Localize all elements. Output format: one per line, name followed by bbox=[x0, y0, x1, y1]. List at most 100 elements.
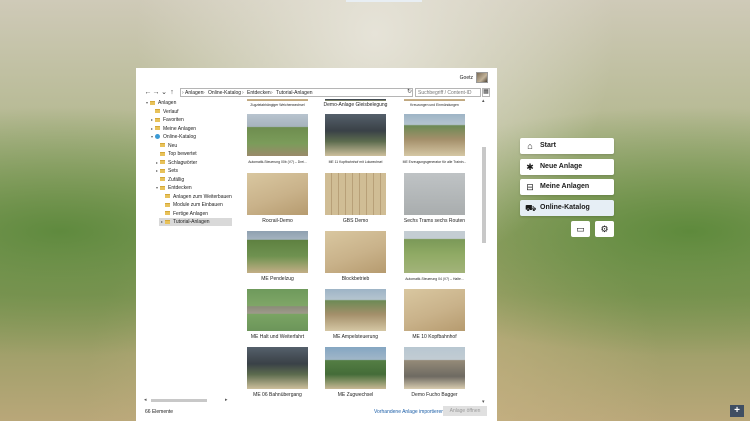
menu-online-katalog-button[interactable]: ⛟ Online-Katalog bbox=[520, 200, 614, 216]
home-icon: ⌂ bbox=[527, 141, 533, 151]
tree-horizontal-scrollbar[interactable]: ◂ ▸ bbox=[144, 397, 230, 403]
search-input[interactable] bbox=[415, 88, 481, 97]
folder-tree: ▾ Anlagen Verlauf ▸ Favoriten ▸ Meine Anlagen ▾… bbox=[144, 99, 232, 406]
tree-item[interactable]: ▸ Favoriten bbox=[149, 116, 232, 124]
tree-item-label: Verlauf bbox=[163, 108, 179, 115]
tree-item[interactable]: ▸ Schlagwörter bbox=[154, 159, 232, 167]
grid-view-icon[interactable]: ▦ bbox=[482, 88, 490, 97]
tree-item-label: Anlagen bbox=[158, 100, 177, 106]
refresh-icon[interactable]: ↻ bbox=[406, 88, 413, 97]
layout-caption: Rocrail-Demo bbox=[262, 218, 293, 224]
folder-icon bbox=[155, 126, 160, 130]
tree-item[interactable]: ▸ Tutorial-Anlagen bbox=[159, 218, 232, 226]
catalog-icon: ⛟ bbox=[525, 203, 537, 213]
layout-thumbnail bbox=[404, 289, 465, 331]
history-dropdown-icon[interactable]: ⌄ bbox=[160, 88, 168, 97]
tree-item[interactable]: ▾ Entdecken bbox=[154, 184, 232, 192]
user-name: Goetz bbox=[459, 75, 473, 81]
import-layout-link[interactable]: Vorhandene Anlage importieren bbox=[374, 409, 444, 415]
settings-icon[interactable]: ⚙ bbox=[595, 221, 614, 237]
tree-item[interactable]: Fertige Anlagen bbox=[159, 210, 232, 218]
tree-item-label: Anlagen zum Weiterbauen bbox=[173, 193, 232, 200]
layout-thumbnail bbox=[325, 173, 386, 215]
layout-caption: Demo Fucho Bagger bbox=[411, 392, 458, 398]
layout-caption: Zugzielabhängiger Weichenwechsel bbox=[250, 103, 305, 107]
back-icon[interactable]: ← bbox=[144, 88, 152, 97]
folder-icon bbox=[160, 160, 165, 164]
menu-label: Start bbox=[540, 142, 556, 149]
folder-icon bbox=[160, 168, 165, 173]
breadcrumb-tutorial-anlagen[interactable]: Tutorial-Anlagen bbox=[276, 90, 313, 96]
grid-vertical-scrollbar[interactable]: ▴ ▾ bbox=[481, 98, 487, 406]
tree-item-label: Top bewertet bbox=[168, 151, 197, 157]
menu-start-button[interactable]: ⌂ Start bbox=[520, 138, 614, 154]
tree-item[interactable]: ▾ Online-Katalog bbox=[149, 133, 232, 141]
folder-icon bbox=[165, 211, 170, 215]
layout-caption: Automatik-Steuerung 04 (V7) – Halte... bbox=[405, 277, 464, 281]
folder-icon bbox=[155, 117, 160, 122]
menu-label: Meine Anlagen bbox=[540, 183, 590, 190]
layout-caption: ME Pendelzug bbox=[261, 276, 294, 282]
menu-label: Online-Katalog bbox=[540, 204, 590, 211]
layout-thumbnail bbox=[325, 99, 386, 101]
add-icon[interactable]: + bbox=[730, 405, 744, 417]
breadcrumb-entdecken[interactable]: Entdecken bbox=[247, 90, 271, 96]
folder-icon bbox=[155, 109, 160, 113]
layout-caption: ME Ampelsteuerung bbox=[332, 334, 379, 340]
folder-icon bbox=[165, 202, 170, 207]
tree-item-label: Schlagwörter bbox=[168, 159, 198, 166]
layout-thumbnail bbox=[325, 231, 386, 273]
menu-meine-anlagen-button[interactable]: ⊟ Meine Anlagen bbox=[520, 179, 614, 195]
tree-item-label: Module zum Einbauen bbox=[173, 202, 223, 208]
tree-item-label: Meine Anlagen bbox=[163, 125, 197, 132]
tree-item-label: Favoriten bbox=[163, 117, 184, 123]
window-top-edge bbox=[346, 0, 422, 2]
layout-thumbnail bbox=[247, 114, 308, 156]
tree-item-label: Zufällig bbox=[168, 176, 185, 183]
breadcrumb-online-katalog[interactable]: Online-Katalog bbox=[208, 90, 241, 96]
tree-item[interactable]: Module zum Einbauen bbox=[159, 201, 232, 209]
tree-item-label: Tutorial-Anlagen bbox=[173, 219, 210, 225]
tree-item[interactable]: ▸ Meine Anlagen bbox=[149, 125, 232, 133]
layout-caption: ME Erzeugungsgenerator für alle Trainin.… bbox=[402, 160, 467, 164]
up-icon[interactable]: ↑ bbox=[168, 88, 176, 97]
layout-grid: Zugzielabhängiger Weichenwechsel Demo-An… bbox=[232, 99, 484, 406]
folder-icon bbox=[150, 100, 155, 105]
new-layout-icon: ✱ bbox=[526, 162, 534, 172]
chat-icon[interactable]: ▭ bbox=[571, 221, 590, 237]
tree-item-label: Online-Katalog bbox=[163, 134, 197, 140]
tree-item[interactable]: Verlauf bbox=[149, 108, 232, 116]
layout-caption: ME Zugwechsel bbox=[337, 392, 374, 398]
layout-thumbnail bbox=[325, 289, 386, 331]
menu-label: Neue Anlage bbox=[540, 163, 583, 170]
layout-thumbnail bbox=[404, 114, 465, 156]
forward-icon[interactable]: → bbox=[152, 88, 160, 97]
layout-thumbnail bbox=[325, 114, 386, 156]
layout-caption: ME 10 Kopfbahnhof bbox=[412, 334, 457, 340]
menu-neue-anlage-button[interactable]: ✱ Neue Anlage bbox=[520, 159, 614, 175]
tree-item[interactable]: Anlagen zum Weiterbauen bbox=[159, 193, 232, 201]
layout-browser-dialog: Goetz ← → ⌄ ↑ › Anlagen › Online-Katalog… bbox=[136, 68, 497, 421]
breadcrumb: › Anlagen › Online-Katalog › Entdecken ›… bbox=[180, 88, 413, 97]
globe-icon bbox=[155, 134, 160, 139]
layout-caption: Blockbetrieb bbox=[341, 276, 370, 282]
layout-thumbnail bbox=[325, 347, 386, 389]
tree-item[interactable]: Zufällig bbox=[154, 176, 232, 184]
tree-item[interactable]: ▸ Sets bbox=[154, 167, 232, 175]
navigation-bar: ← → ⌄ ↑ › Anlagen › Online-Katalog › Ent… bbox=[144, 88, 490, 97]
tree-item[interactable]: Top bewertet bbox=[154, 150, 232, 158]
open-layout-button[interactable]: Anlage öffnen bbox=[443, 406, 487, 416]
layout-caption: ME Halt und Weiterfahrt bbox=[250, 334, 305, 340]
layout-thumbnail bbox=[404, 347, 465, 389]
tree-item-label: Neu bbox=[168, 142, 178, 149]
folder-icon bbox=[160, 177, 165, 181]
layout-thumbnail bbox=[404, 99, 465, 101]
tree-item[interactable]: ▾ Anlagen bbox=[144, 99, 232, 107]
breadcrumb-anlagen[interactable]: Anlagen bbox=[185, 90, 203, 96]
layout-thumbnail bbox=[247, 99, 308, 101]
tree-item[interactable]: Neu bbox=[154, 142, 232, 150]
user-avatar[interactable] bbox=[476, 72, 488, 83]
folder-icon bbox=[160, 151, 165, 156]
layout-caption: ME 11 Kopfbahnhof mit Lokwechsel bbox=[328, 160, 383, 164]
dialog-header: Goetz bbox=[136, 68, 497, 86]
